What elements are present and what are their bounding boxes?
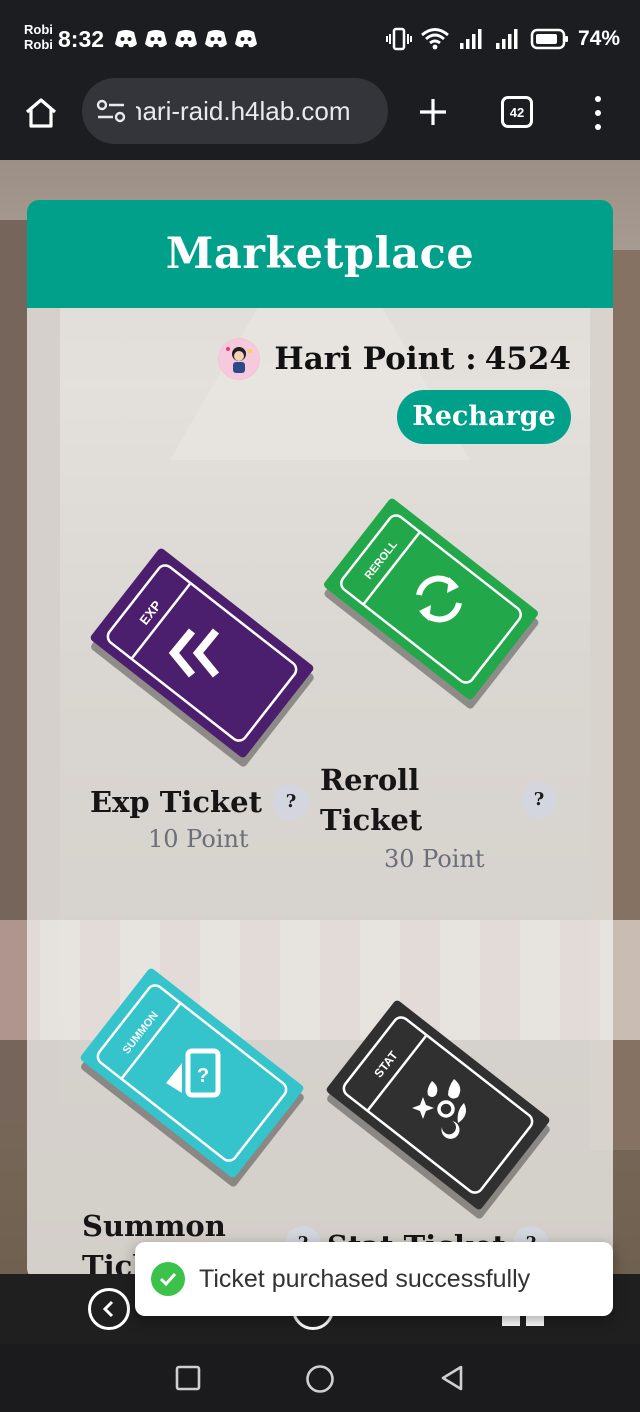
page-viewport: Marketplace Hari Point : 4524 Recharge E…: [0, 160, 640, 1274]
reroll-ticket-image[interactable]: REROLL: [324, 498, 539, 709]
discord-icon: [175, 30, 197, 48]
carrier-2: Robi: [24, 37, 53, 52]
page-title: Marketplace: [27, 200, 613, 308]
system-back-button[interactable]: [438, 1364, 466, 1392]
browser-toolbar: hari-raid.h4lab.com 42: [0, 78, 640, 160]
recharge-button[interactable]: Recharge: [397, 390, 571, 444]
summon-ticket-name-line1: Summon: [82, 1209, 226, 1243]
signal-icon: [495, 29, 518, 49]
menu-dot: [595, 96, 601, 102]
discord-icon: [145, 30, 167, 48]
exp-ticket-help-button[interactable]: ?: [273, 784, 309, 820]
tab-switcher-button[interactable]: 42: [501, 96, 533, 128]
browser-menu-button[interactable]: [586, 92, 610, 134]
discord-icon: [235, 30, 257, 48]
carrier-labels: Robi Robi: [24, 22, 53, 52]
menu-dot: [595, 124, 601, 130]
marketplace-panel: Marketplace Hari Point : 4524 Recharge E…: [27, 200, 613, 1274]
exp-ticket-image[interactable]: EXP: [90, 548, 314, 767]
reroll-ticket-help-button[interactable]: ?: [521, 782, 557, 818]
exp-ticket-price: 10 Point: [148, 825, 249, 853]
home-button[interactable]: [20, 92, 62, 134]
vibrate-icon: [385, 27, 412, 51]
new-tab-button[interactable]: [412, 91, 454, 133]
triangle-back-icon: [441, 1365, 463, 1391]
discord-icon: [115, 30, 137, 48]
svg-text:?: ?: [197, 1065, 209, 1087]
reroll-ticket-name: Reroll Ticket: [320, 760, 422, 840]
clock: 8:32: [58, 26, 105, 52]
points-value: 4524: [484, 340, 571, 377]
site-settings-icon: [96, 99, 126, 123]
signal-icon: [459, 29, 482, 49]
toast-message: Ticket purchased successfully: [199, 1264, 531, 1293]
recent-apps-button[interactable]: [174, 1364, 202, 1392]
system-home-button[interactable]: [305, 1364, 334, 1393]
discord-icon: [205, 30, 227, 48]
success-toast: Ticket purchased successfully: [135, 1242, 613, 1316]
carrier-1: Robi: [24, 22, 53, 37]
status-bar: Robi Robi 8:32 74%: [0, 0, 640, 78]
square-icon: [175, 1365, 201, 1391]
system-navigation-bar: [0, 1344, 640, 1412]
plus-icon: [420, 99, 446, 125]
reroll-ticket-price: 30 Point: [384, 845, 485, 873]
avatar: [218, 338, 261, 380]
web-back-button[interactable]: [88, 1288, 130, 1330]
check-circle-icon: [151, 1262, 185, 1296]
notification-icons: [114, 28, 258, 50]
marketplace-body: Hari Point : 4524 Recharge EXP Exp Ticke…: [27, 308, 613, 1274]
menu-dot: [595, 110, 601, 116]
stat-ticket-image[interactable]: STAT: [326, 1000, 550, 1219]
battery-percentage: 74%: [577, 27, 620, 50]
chevron-left-icon: [102, 1300, 114, 1318]
points-label: Hari Point :: [274, 340, 477, 377]
exp-ticket-name: Exp Ticket: [90, 785, 262, 819]
circle-icon: [306, 1365, 334, 1393]
reroll-ticket-name-line1: Reroll: [320, 763, 420, 797]
address-bar[interactable]: hari-raid.h4lab.com: [82, 78, 388, 144]
url-text: hari-raid.h4lab.com: [136, 96, 351, 126]
points-display: Hari Point : 4524: [218, 338, 571, 380]
wifi-icon: [421, 28, 449, 50]
system-icons: 74%: [385, 24, 620, 54]
home-icon: [25, 98, 57, 128]
reroll-ticket-name-line2: Ticket: [320, 803, 423, 837]
battery-icon: [530, 28, 568, 50]
summon-ticket-image[interactable]: SUMMON ?: [80, 968, 304, 1187]
